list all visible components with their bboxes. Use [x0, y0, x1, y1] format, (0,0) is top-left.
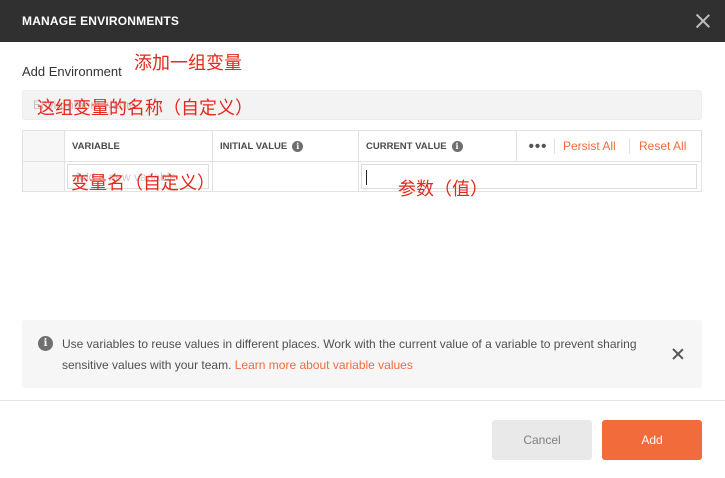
persist-all-link[interactable]: Persist All	[563, 131, 616, 161]
table-row	[23, 162, 701, 191]
divider	[554, 138, 555, 154]
info-icon: i	[38, 336, 53, 351]
dialog-title: MANAGE ENVIRONMENTS	[22, 14, 180, 28]
current-value-input[interactable]	[361, 164, 697, 189]
current-value-cell	[359, 162, 701, 191]
dismiss-icon[interactable]	[672, 348, 684, 360]
column-header-label: VARIABLE	[72, 140, 120, 152]
divider	[629, 138, 630, 154]
info-banner: i Use variables to reuse values in diffe…	[22, 320, 702, 388]
info-icon[interactable]: i	[451, 140, 463, 152]
column-header-variable: VARIABLE	[65, 131, 213, 161]
cancel-button[interactable]: Cancel	[492, 420, 592, 460]
variables-table: VARIABLE INITIAL VALUE i CURRENT VALUE i…	[22, 130, 702, 192]
reset-all-link[interactable]: Reset All	[639, 131, 686, 161]
initial-value-cell	[213, 162, 359, 191]
info-text: Use variables to reuse values in differe…	[62, 334, 642, 376]
table-header: VARIABLE INITIAL VALUE i CURRENT VALUE i…	[23, 131, 701, 162]
footer-divider	[0, 400, 725, 401]
dialog-header: MANAGE ENVIRONMENTS	[0, 0, 725, 42]
annotation-add-group: 添加一组变量	[134, 53, 242, 74]
text-caret	[366, 170, 367, 185]
column-header-label: CURRENT VALUE	[366, 140, 447, 152]
initial-value-input[interactable]	[215, 164, 355, 189]
more-options-icon[interactable]: •••	[518, 131, 558, 161]
variable-name-input[interactable]	[67, 164, 209, 189]
variable-cell	[65, 162, 213, 191]
column-header-label: INITIAL VALUE	[220, 140, 288, 152]
close-icon[interactable]	[695, 13, 711, 29]
column-header-current-value: CURRENT VALUE i	[359, 131, 517, 161]
section-label: Add Environment	[22, 64, 122, 79]
info-icon[interactable]: i	[292, 140, 304, 152]
add-button[interactable]: Add	[602, 420, 702, 460]
column-header-initial-value: INITIAL VALUE i	[213, 131, 359, 161]
learn-more-link[interactable]: Learn more about variable values	[235, 358, 413, 372]
environment-name-input[interactable]	[22, 90, 702, 120]
